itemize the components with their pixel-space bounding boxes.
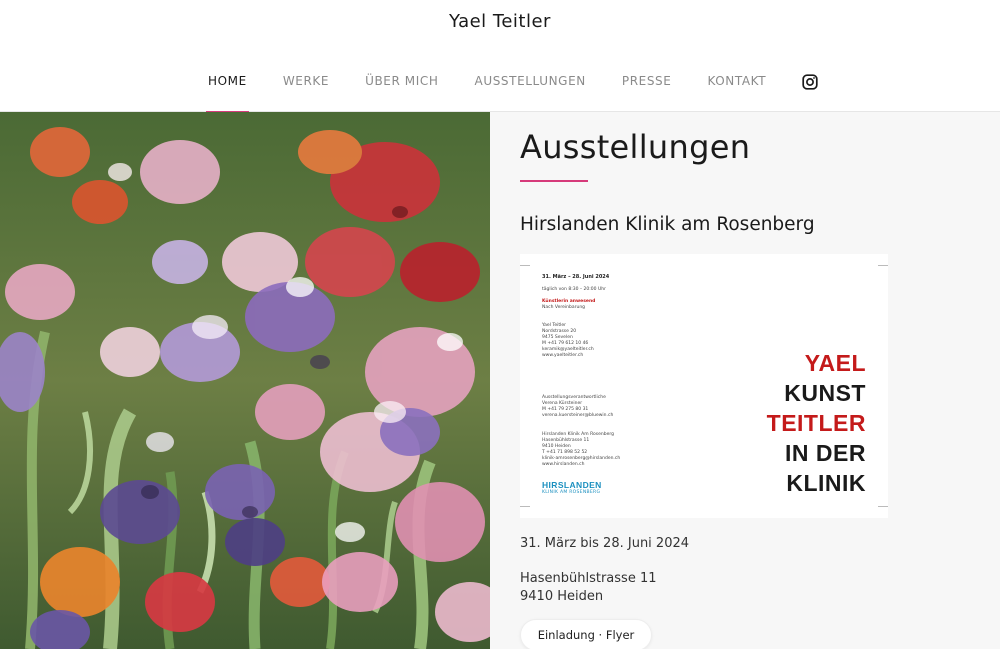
nav-item-ueber-mich[interactable]: ÜBER MICH: [365, 74, 438, 112]
nav-item-werke[interactable]: WERKE: [283, 74, 329, 112]
flyer-curator-contact: Ausstellungsverantwortliche Verena Kürst…: [542, 395, 613, 419]
exhibition-address: Hasenbühlstrasse 11 9410 Heiden: [520, 570, 657, 606]
painting-canvas: [0, 112, 490, 649]
invitation-flyer-button[interactable]: Einladung · Flyer: [520, 619, 652, 649]
instagram-icon[interactable]: [802, 74, 818, 90]
flower-painting-image: [0, 112, 490, 649]
address-city: 9410 Heiden: [520, 589, 604, 604]
site-title[interactable]: Yael Teitler: [0, 11, 1000, 32]
exhibition-title: Hirslanden Klinik am Rosenberg: [520, 214, 815, 235]
flyer-artist-contact: Yael Teitler Nordstrasse 20 9475 Sevelen…: [542, 323, 594, 359]
crop-mark: [520, 256, 530, 266]
flyer-headline-kunst: KUNST: [784, 380, 866, 406]
site-header: Yael Teitler HOME WERKE ÜBER MICH AUSSTE…: [0, 0, 1000, 113]
nav-item-kontakt[interactable]: KONTAKT: [707, 74, 766, 112]
exhibition-dates: 31. März bis 28. Juni 2024: [520, 536, 690, 551]
flyer-by-appointment: Nach Vereinbarung: [542, 305, 586, 310]
flyer-contact-line: www.hirslanden.ch: [542, 462, 585, 467]
nav-item-ausstellungen[interactable]: AUSSTELLUNGEN: [475, 74, 586, 112]
flyer-headline-in-der: IN DER: [785, 440, 866, 466]
hirslanden-logo: HIRSLANDEN: [542, 480, 602, 490]
page-title: Ausstellungen: [520, 128, 751, 166]
flyer-contact-line: www.yaelteitler.ch: [542, 353, 584, 358]
nav-item-home[interactable]: HOME: [206, 74, 249, 113]
address-street: Hasenbühlstrasse 11: [520, 571, 657, 586]
crop-mark: [878, 256, 888, 266]
flyer-clinic-contact: Hirslanden Klinik Am Rosenberg Hasenbühl…: [542, 432, 620, 468]
flyer-contact-line: verena.kuersteiner@bluewin.ch: [542, 413, 614, 418]
title-divider: [520, 180, 588, 182]
flyer-headline-yael: YAEL: [804, 350, 866, 376]
hirslanden-logo-subtitle: KLINIK AM ROSENBERG: [542, 490, 601, 495]
crop-mark: [520, 506, 530, 516]
crop-mark: [878, 506, 888, 516]
main-content: Ausstellungen Hirslanden Klinik am Rosen…: [490, 112, 1000, 649]
flyer-headline-klinik: KLINIK: [786, 470, 866, 496]
nav-item-presse[interactable]: PRESSE: [622, 74, 672, 112]
exhibition-flyer-image[interactable]: 31. März – 28. Juni 2024 täglich von 8:3…: [520, 254, 888, 518]
main-nav: HOME WERKE ÜBER MICH AUSSTELLUNGEN PRESS…: [190, 74, 818, 113]
flyer-dates: 31. März – 28. Juni 2024: [542, 274, 610, 280]
flyer-hours: täglich von 8:30 – 20:00 Uhr: [542, 287, 606, 292]
flyer-headline-teitler: TEITLER: [766, 410, 866, 436]
